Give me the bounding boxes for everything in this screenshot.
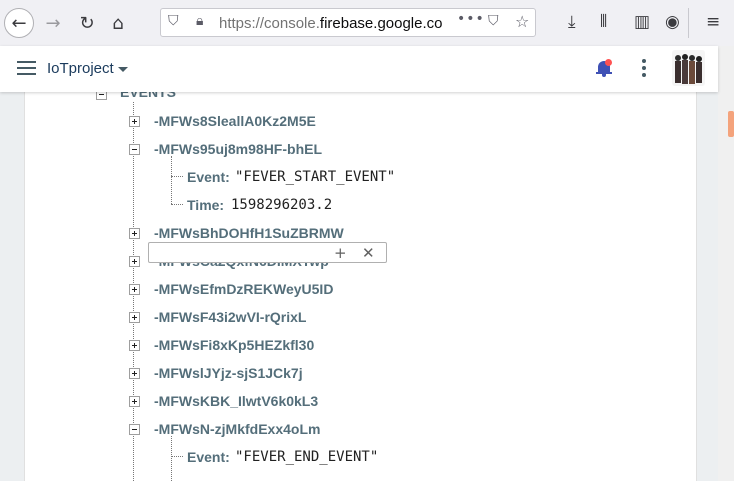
tree-connector bbox=[171, 156, 172, 204]
leaf-value[interactable]: "FEVER_START_EVENT" bbox=[235, 169, 395, 185]
tree-connector bbox=[171, 456, 183, 457]
reload-icon[interactable]: ↻ bbox=[73, 9, 101, 37]
tree-connector bbox=[171, 204, 183, 205]
expand-icon[interactable] bbox=[129, 368, 140, 379]
node-key[interactable]: -MFWsF43i2wVI-rQrixL bbox=[154, 309, 306, 325]
menu-icon[interactable]: ≡ bbox=[706, 12, 720, 32]
node-key[interactable]: -MFWsEfmDzREKWeyU5ID bbox=[154, 281, 333, 297]
pocket-icon[interactable]: ⛉ bbox=[488, 13, 499, 29]
url-prefix: https://console. bbox=[219, 15, 320, 32]
leaf-key[interactable]: Event: bbox=[187, 169, 230, 185]
account-icon[interactable]: ◉ bbox=[665, 12, 680, 32]
library-icon[interactable]: ⫴ bbox=[600, 12, 607, 32]
star-icon[interactable]: ☆ bbox=[515, 12, 529, 31]
leaf-value[interactable]: "FEVER_END_EVENT" bbox=[235, 449, 378, 465]
node-key[interactable]: -MFWslJYjz-sjS1JCk7j bbox=[154, 365, 303, 381]
hovered-row[interactable]: + ✕ bbox=[148, 242, 387, 263]
app-header: IoTproject bbox=[0, 46, 718, 92]
lock-icon[interactable]: 🔒︎ bbox=[196, 13, 203, 29]
database-panel: EVENTS -MFWs8SleallA0Kz2M5E -MFWs95uj8m9… bbox=[24, 92, 697, 481]
url-domain: firebase.google.co bbox=[319, 15, 443, 32]
node-key[interactable]: -MFWs8SleallA0Kz2M5E bbox=[154, 113, 316, 129]
notifications-bell-icon[interactable] bbox=[596, 59, 612, 77]
sidebar-icon[interactable]: ▥ bbox=[634, 12, 650, 32]
url-text[interactable]: https://console.firebase.google.co bbox=[219, 15, 449, 32]
forward-icon[interactable]: → bbox=[39, 9, 67, 37]
chevron-down-icon[interactable] bbox=[118, 67, 128, 72]
notification-dot bbox=[605, 59, 612, 66]
expand-icon[interactable] bbox=[129, 256, 140, 267]
collapse-icon[interactable] bbox=[129, 144, 140, 155]
tree-connector bbox=[171, 176, 183, 177]
node-key[interactable]: -MFWsN-zjMkfdExx4oLm bbox=[154, 421, 320, 437]
leaf-value[interactable]: 1598296203.2 bbox=[231, 197, 332, 213]
more-vert-icon[interactable] bbox=[642, 59, 646, 80]
expand-icon[interactable] bbox=[129, 284, 140, 295]
tree-root-key[interactable]: EVENTS bbox=[120, 92, 176, 100]
toolbar-divider bbox=[688, 8, 689, 38]
expand-icon[interactable] bbox=[129, 312, 140, 323]
expand-icon[interactable] bbox=[129, 396, 140, 407]
avatar[interactable] bbox=[672, 50, 705, 86]
browser-toolbar: ← → ↻ ⌂ ⛉ 🔒︎ https://console.firebase.go… bbox=[0, 0, 734, 47]
project-selector[interactable]: IoTproject bbox=[47, 60, 114, 77]
node-key[interactable]: -MFWs95uj8m98HF-bhEL bbox=[154, 141, 322, 157]
data-tree: EVENTS -MFWs8SleallA0Kz2M5E -MFWs95uj8m9… bbox=[25, 92, 696, 481]
scrollbar-thumb[interactable] bbox=[728, 111, 734, 137]
tree-connector bbox=[171, 436, 172, 481]
node-key[interactable]: -MFWsBhDOHfH1SuZBRMW bbox=[154, 225, 344, 241]
collapse-icon[interactable] bbox=[96, 92, 107, 100]
hamburger-icon[interactable] bbox=[17, 61, 36, 75]
collapse-icon[interactable] bbox=[129, 424, 140, 435]
node-key[interactable]: -MFWsKBK_IlwtV6k0kL3 bbox=[154, 393, 318, 409]
database-content: EVENTS -MFWs8SleallA0Kz2M5E -MFWs95uj8m9… bbox=[0, 92, 718, 481]
expand-icon[interactable] bbox=[129, 116, 140, 127]
more-icon[interactable]: ••• bbox=[457, 11, 485, 27]
back-icon[interactable]: ← bbox=[4, 8, 34, 38]
leaf-key[interactable]: Time: bbox=[187, 197, 224, 213]
address-bar[interactable]: ⛉ 🔒︎ https://console.firebase.google.co … bbox=[160, 8, 536, 37]
expand-icon[interactable] bbox=[129, 228, 140, 239]
home-icon[interactable]: ⌂ bbox=[104, 9, 132, 37]
delete-icon[interactable]: ✕ bbox=[362, 244, 375, 262]
expand-icon[interactable] bbox=[129, 340, 140, 351]
add-child-icon[interactable]: + bbox=[334, 244, 347, 262]
download-icon[interactable]: ⤓ bbox=[568, 12, 576, 32]
node-key[interactable]: -MFWsFi8xKp5HEZkfl30 bbox=[154, 337, 314, 353]
shield-icon[interactable]: ⛉ bbox=[168, 13, 179, 29]
leaf-key[interactable]: Event: bbox=[187, 449, 230, 465]
